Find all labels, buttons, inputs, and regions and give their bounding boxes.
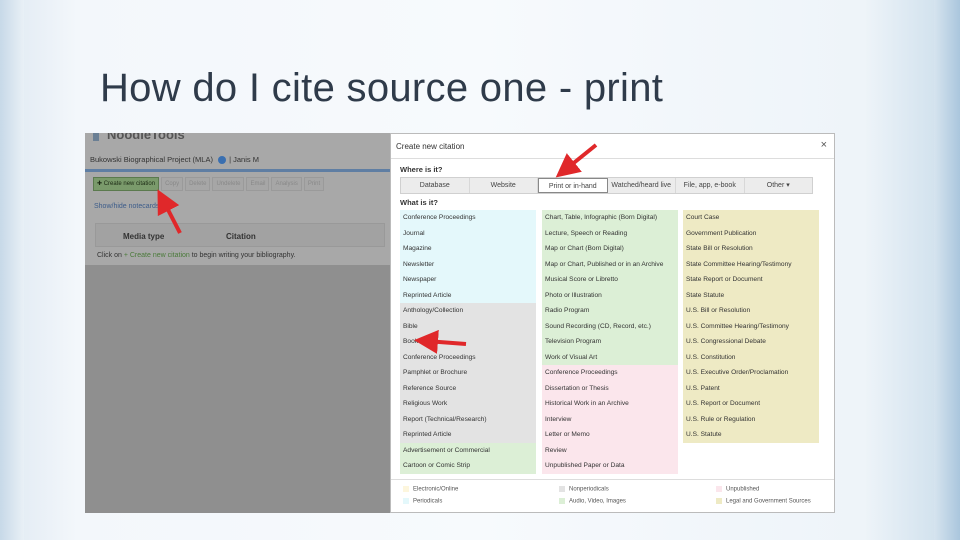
annotation-arrows (157, 143, 598, 354)
arrow-to-print-tab (555, 143, 598, 178)
arrow-to-create-button (157, 189, 182, 234)
arrow-to-book (414, 329, 467, 354)
